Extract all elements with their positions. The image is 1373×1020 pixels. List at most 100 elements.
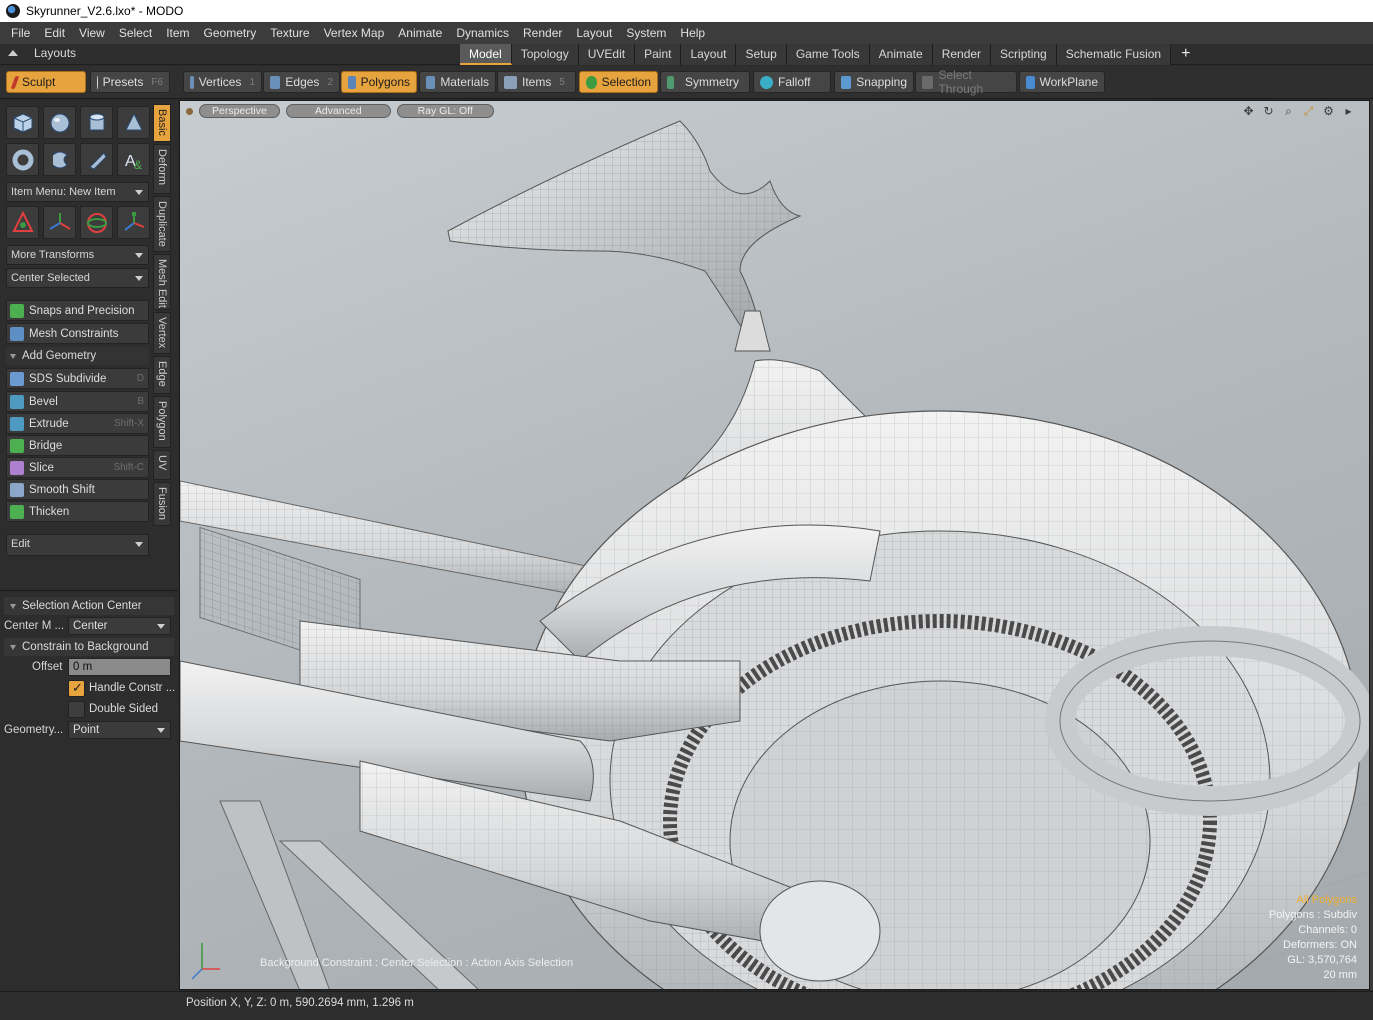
- center-mode-dropdown[interactable]: Center: [68, 617, 171, 635]
- layouts-toggle[interactable]: Layouts: [8, 46, 76, 60]
- menu-view[interactable]: View: [72, 26, 112, 40]
- menu-animate[interactable]: Animate: [391, 26, 449, 40]
- tab-game-tools[interactable]: Game Tools: [786, 44, 870, 65]
- tab-setup[interactable]: Setup: [736, 44, 787, 65]
- vertices-mode-button[interactable]: Vertices 1: [183, 71, 262, 93]
- tab-mesh-edit[interactable]: Mesh Edit: [153, 254, 171, 310]
- move-tool-button[interactable]: [43, 206, 76, 239]
- add-layout-button[interactable]: +: [1171, 44, 1200, 65]
- menu-help[interactable]: Help: [673, 26, 712, 40]
- bridge-button[interactable]: Bridge: [6, 435, 149, 456]
- menu-texture[interactable]: Texture: [263, 26, 316, 40]
- 3d-viewport[interactable]: Perspective Advanced Ray GL: Off ✥ ↻ ⌕ ⤢…: [179, 100, 1370, 990]
- sds-subdivide-button[interactable]: SDS Subdivide D: [6, 368, 149, 389]
- tab-deform[interactable]: Deform: [153, 144, 171, 194]
- workplane-button[interactable]: WorkPlane: [1019, 71, 1105, 93]
- sculpt-button[interactable]: Sculpt: [6, 71, 86, 93]
- zoom-icon[interactable]: ⌕: [1282, 105, 1295, 118]
- edges-label: Edges: [285, 75, 320, 89]
- edit-dropdown[interactable]: Edit: [6, 534, 149, 556]
- expand-arrow-icon[interactable]: ▸: [1342, 105, 1355, 118]
- cone-tool-button[interactable]: [117, 106, 150, 139]
- scale-tool-button[interactable]: [117, 206, 150, 239]
- menu-layout[interactable]: Layout: [569, 26, 619, 40]
- menu-render[interactable]: Render: [516, 26, 569, 40]
- sphere-tool-button[interactable]: [43, 106, 76, 139]
- advanced-dropdown[interactable]: Advanced: [285, 104, 391, 118]
- torus-icon: [12, 149, 33, 170]
- offset-field[interactable]: 0 m: [68, 658, 171, 676]
- thicken-button[interactable]: Thicken: [6, 501, 149, 522]
- handle-constraint-checkbox[interactable]: [68, 680, 85, 697]
- polygons-mode-button[interactable]: Polygons: [341, 71, 417, 93]
- more-transforms-dropdown[interactable]: More Transforms: [6, 245, 149, 265]
- double-sided-checkbox[interactable]: [68, 701, 85, 718]
- falloff-button[interactable]: Falloff: [753, 71, 831, 93]
- cube-tool-button[interactable]: [6, 106, 39, 139]
- raygl-dropdown[interactable]: Ray GL: Off: [396, 104, 494, 118]
- tab-model[interactable]: Model: [460, 44, 512, 65]
- torus-tool-button[interactable]: [6, 143, 39, 176]
- snapping-button[interactable]: Snapping: [834, 71, 914, 93]
- text-tool-button[interactable]: A &: [117, 143, 150, 176]
- capsule-tool-button[interactable]: [43, 143, 76, 176]
- center-selected-dropdown[interactable]: Center Selected: [6, 268, 149, 288]
- selection-center-button[interactable]: Selection: [579, 71, 658, 93]
- presets-button[interactable]: Presets F6: [90, 71, 170, 93]
- edges-mode-button[interactable]: Edges 2: [263, 71, 340, 93]
- menu-edit[interactable]: Edit: [37, 26, 72, 40]
- pen-tool-button[interactable]: [80, 143, 113, 176]
- pan-icon[interactable]: ✥: [1242, 105, 1255, 118]
- tab-animate[interactable]: Animate: [869, 44, 933, 65]
- settings-gear-icon[interactable]: ⚙: [1322, 105, 1335, 118]
- bevel-button[interactable]: Bevel B: [6, 391, 149, 412]
- tab-layout[interactable]: Layout: [681, 44, 737, 65]
- snaps-and-precision-button[interactable]: Snaps and Precision: [6, 300, 149, 321]
- perspective-dropdown[interactable]: Perspective: [199, 104, 280, 118]
- viewport-menu-icon[interactable]: [186, 108, 193, 115]
- geometry-label: Geometry...: [4, 724, 64, 736]
- tab-scripting[interactable]: Scripting: [991, 44, 1057, 65]
- add-geometry-header[interactable]: Add Geometry: [6, 347, 149, 365]
- geometry-dropdown[interactable]: Point: [68, 721, 171, 739]
- tab-vertex[interactable]: Vertex: [153, 312, 171, 354]
- slice-button[interactable]: Slice Shift-C: [6, 457, 149, 478]
- constrain-to-background-header[interactable]: Constrain to Background: [4, 638, 174, 656]
- menu-system[interactable]: System: [619, 26, 673, 40]
- tab-uv[interactable]: UV: [153, 450, 171, 480]
- menu-item[interactable]: Item: [159, 26, 196, 40]
- materials-mode-button[interactable]: Materials: [419, 71, 496, 93]
- tab-edge[interactable]: Edge: [153, 356, 171, 394]
- menu-dynamics[interactable]: Dynamics: [449, 26, 516, 40]
- tab-paint[interactable]: Paint: [635, 44, 682, 65]
- item-menu-dropdown[interactable]: Item Menu: New Item: [6, 182, 149, 202]
- tab-uvedit[interactable]: UVEdit: [578, 44, 636, 65]
- tab-schematic-fusion[interactable]: Schematic Fusion: [1056, 44, 1172, 65]
- primitive-row-2: A &: [6, 143, 150, 176]
- tab-basic[interactable]: Basic: [153, 104, 171, 142]
- menu-file[interactable]: File: [4, 26, 37, 40]
- menu-select[interactable]: Select: [112, 26, 159, 40]
- menu-vertex-map[interactable]: Vertex Map: [317, 26, 392, 40]
- fit-icon[interactable]: ⤢: [1302, 105, 1315, 118]
- thicken-icon: [10, 504, 24, 519]
- cylinder-tool-button[interactable]: [80, 106, 113, 139]
- sds-subdivide-hotkey: D: [136, 373, 144, 384]
- viewport-status-text: Background Constraint : Center Selection…: [260, 957, 574, 969]
- orbit-icon[interactable]: ↻: [1262, 105, 1275, 118]
- tab-topology[interactable]: Topology: [511, 44, 579, 65]
- mesh-constraints-button[interactable]: Mesh Constraints: [6, 323, 149, 344]
- tab-polygon[interactable]: Polygon: [153, 396, 171, 448]
- tab-duplicate[interactable]: Duplicate: [153, 196, 171, 252]
- symmetry-button[interactable]: Symmetry: [660, 71, 750, 93]
- smooth-shift-button[interactable]: Smooth Shift: [6, 479, 149, 500]
- rotate-tool-button[interactable]: [80, 206, 113, 239]
- extrude-button[interactable]: Extrude Shift-X: [6, 413, 149, 434]
- tab-fusion[interactable]: Fusion: [153, 482, 171, 526]
- menu-geometry[interactable]: Geometry: [197, 26, 264, 40]
- select-through-button[interactable]: Select Through: [915, 68, 1017, 96]
- tab-render[interactable]: Render: [932, 44, 992, 65]
- transform-tool-button[interactable]: [6, 206, 39, 239]
- items-mode-button[interactable]: Items 5: [497, 71, 576, 93]
- selection-action-center-header[interactable]: Selection Action Center: [4, 597, 174, 615]
